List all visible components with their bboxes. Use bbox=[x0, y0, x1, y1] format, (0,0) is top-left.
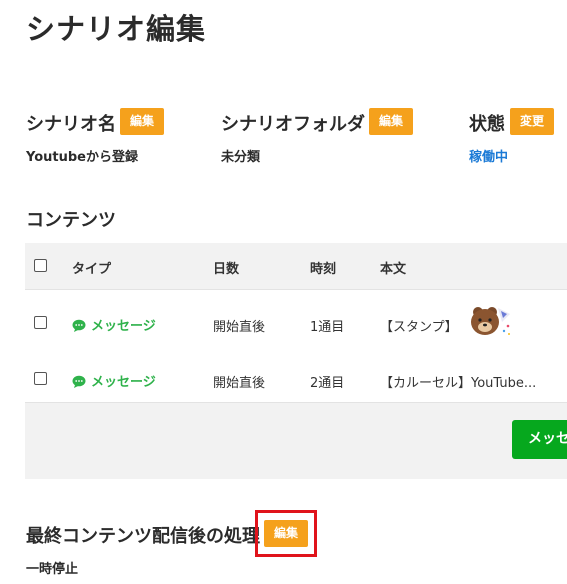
column-header-body: 本文 bbox=[380, 262, 407, 277]
highlight-box bbox=[255, 510, 317, 557]
page-title: シナリオ編集 bbox=[26, 12, 207, 46]
message-type-link[interactable]: メッセージ bbox=[91, 371, 156, 390]
column-header-days: 日数 bbox=[213, 262, 240, 277]
table-header: タイプ 日数 時刻 本文 bbox=[25, 243, 567, 289]
column-header-type: タイプ bbox=[72, 262, 112, 277]
table-row[interactable]: メッセージ 開始直後 1通目 【スタンプ】 bbox=[25, 289, 567, 347]
scenario-folder-label: シナリオフォルダ bbox=[221, 114, 365, 135]
select-all-checkbox[interactable] bbox=[34, 259, 47, 272]
row-time: 1通目 bbox=[310, 320, 345, 335]
chat-bubble-icon bbox=[72, 317, 86, 336]
row-checkbox[interactable] bbox=[34, 372, 47, 385]
row-day: 開始直後 bbox=[213, 376, 266, 391]
after-last-value: 一時停止 bbox=[26, 562, 79, 577]
contents-table: タイプ 日数 時刻 本文 メッセージ 開始直後 1通目 【スタンプ】 メッセージ… bbox=[25, 243, 567, 479]
edit-scenario-folder-button[interactable]: 編集 bbox=[369, 108, 414, 135]
status-value-link[interactable]: 稼働中 bbox=[469, 146, 508, 165]
chat-bubble-icon bbox=[72, 373, 86, 392]
contents-title: コンテンツ bbox=[26, 210, 116, 231]
table-row[interactable]: メッセージ 開始直後 2通目 【カルーセル】YouTube... bbox=[25, 346, 567, 403]
row-day: 開始直後 bbox=[213, 320, 266, 335]
scenario-name-label: シナリオ名 bbox=[26, 114, 116, 135]
row-body: 【カルーセル】YouTube... bbox=[380, 376, 537, 391]
scenario-name-value: Youtubeから登録 bbox=[26, 150, 138, 165]
add-message-button[interactable]: メッセ bbox=[512, 420, 567, 459]
row-checkbox[interactable] bbox=[34, 316, 47, 329]
row-time: 2通目 bbox=[310, 376, 345, 391]
column-header-time: 時刻 bbox=[310, 262, 337, 277]
message-type-link[interactable]: メッセージ bbox=[91, 315, 156, 334]
scenario-folder-value: 未分類 bbox=[221, 150, 261, 165]
change-status-button[interactable]: 変更 bbox=[510, 108, 555, 135]
after-last-content-title: 最終コンテンツ配信後の処理 bbox=[26, 526, 260, 547]
bear-sticker-icon bbox=[468, 304, 512, 344]
row-body: 【スタンプ】 bbox=[380, 320, 458, 335]
status-label: 状態 bbox=[469, 114, 505, 135]
edit-scenario-name-button[interactable]: 編集 bbox=[120, 108, 165, 135]
